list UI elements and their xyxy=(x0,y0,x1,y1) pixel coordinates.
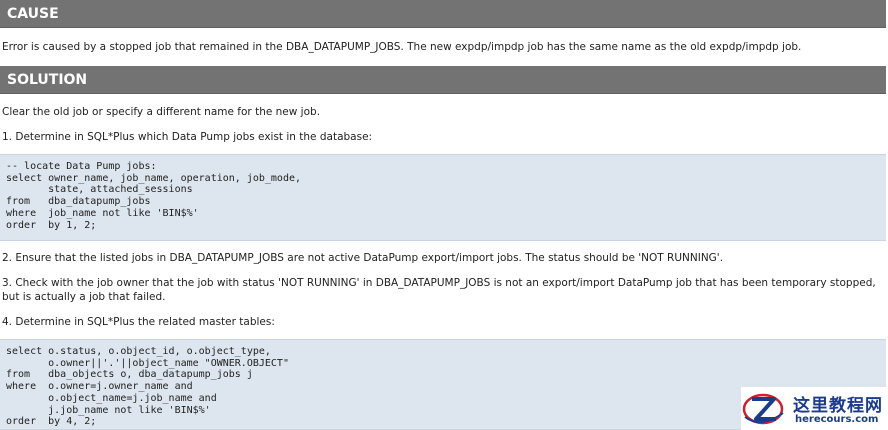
code-locate-jobs: -- locate Data Pump jobs: select owner_n… xyxy=(6,161,302,231)
cause-text: Error is caused by a stopped job that re… xyxy=(2,41,802,53)
step-4-text: 4. Determine in SQL*Plus the related mas… xyxy=(2,316,275,328)
solution-heading: SOLUTION xyxy=(0,66,886,94)
code-block-locate-jobs: -- locate Data Pump jobs: select owner_n… xyxy=(0,154,886,241)
watermark-title: 这里教程网 xyxy=(793,396,883,416)
watermark-url[interactable]: herecours.com xyxy=(795,414,878,425)
stylized-z-swoosh-icon xyxy=(742,393,784,425)
solution-intro: Clear the old job or specify a different… xyxy=(2,106,321,118)
step-3-text: 3. Check with the job owner that the job… xyxy=(2,277,876,303)
step-1-text: 1. Determine in SQL*Plus which Data Pump… xyxy=(2,131,373,143)
site-watermark[interactable]: 这里教程网 herecours.com xyxy=(741,387,888,430)
step-2-text: 2. Ensure that the listed jobs in DBA_DA… xyxy=(2,252,724,264)
cause-heading: CAUSE xyxy=(0,0,886,28)
